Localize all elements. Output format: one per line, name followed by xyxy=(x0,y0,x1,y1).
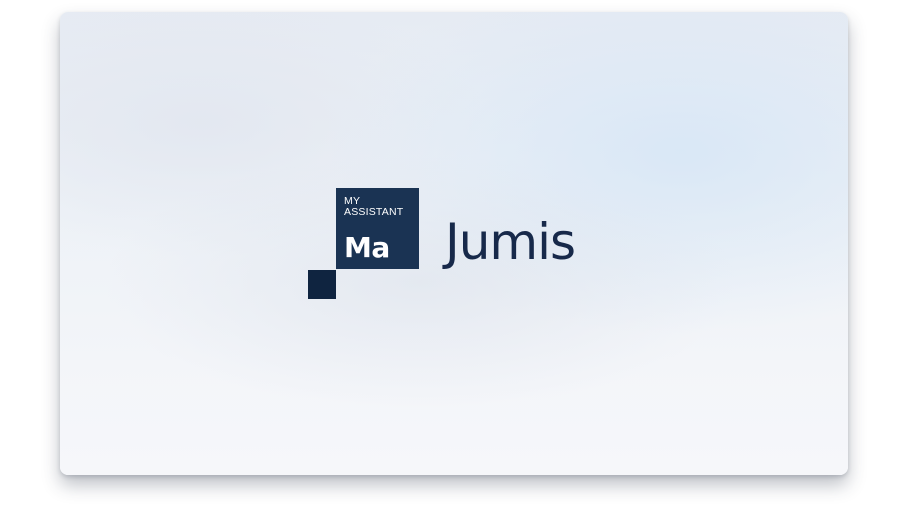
brand-name: Jumis xyxy=(445,213,576,271)
splash-window: MY ASSISTANT Ma Jumis xyxy=(60,12,848,475)
logo-accent-square xyxy=(308,270,336,299)
my-assistant-logo: MY ASSISTANT Ma xyxy=(308,188,420,300)
screen: MY ASSISTANT Ma Jumis xyxy=(0,0,908,510)
logo-caption: MY ASSISTANT xyxy=(344,196,414,218)
logo-caption-line2: ASSISTANT xyxy=(344,206,404,218)
brand-lockup: MY ASSISTANT Ma Jumis xyxy=(308,188,608,300)
logo-abbreviation: Ma xyxy=(344,231,390,264)
